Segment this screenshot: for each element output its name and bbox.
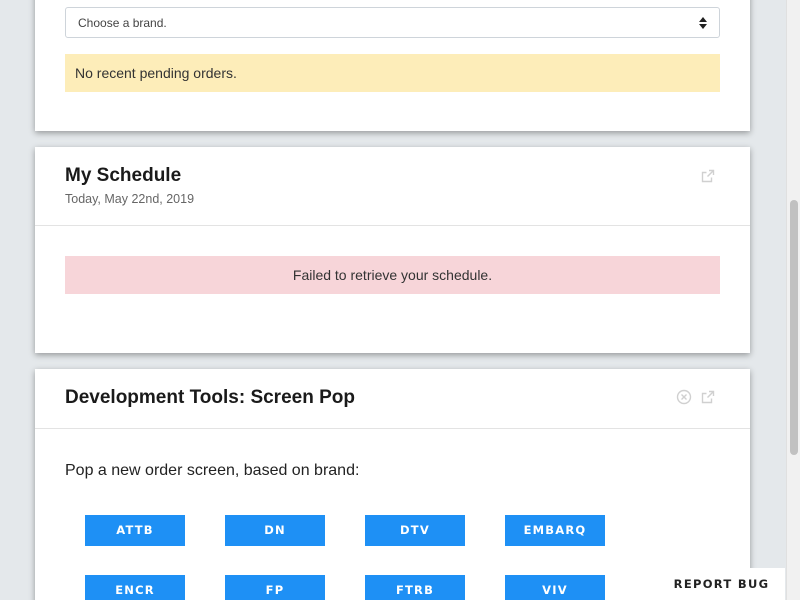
- brand-button-viv[interactable]: VIV: [505, 575, 605, 600]
- dashboard-viewport: Choose a brand. No recent pending orders…: [0, 0, 800, 600]
- select-arrows-icon: [699, 16, 707, 30]
- dev-tools-divider: [35, 428, 750, 429]
- brand-button-encr[interactable]: ENCR: [85, 575, 185, 600]
- schedule-error-alert: Failed to retrieve your schedule.: [65, 256, 720, 294]
- brand-button-ftrb[interactable]: FTRB: [365, 575, 465, 600]
- external-link-icon[interactable]: [700, 389, 716, 405]
- schedule-date: Today, May 22nd, 2019: [65, 192, 195, 206]
- pending-orders-card: Choose a brand. No recent pending orders…: [35, 0, 750, 131]
- screen-pop-description: Pop a new order screen, based on brand:: [65, 462, 360, 479]
- my-schedule-card: My Schedule Today, May 22nd, 2019 Failed…: [35, 147, 750, 353]
- close-circle-icon[interactable]: [676, 389, 692, 405]
- brand-button-embarq[interactable]: EMBARQ: [505, 515, 605, 546]
- schedule-title: My Schedule: [65, 165, 182, 186]
- brand-button-dn[interactable]: DN: [225, 515, 325, 546]
- report-bug-button[interactable]: REPORT BUG: [658, 568, 785, 600]
- brand-button-dtv[interactable]: DTV: [365, 515, 465, 546]
- brand-button-attb[interactable]: ATTB: [85, 515, 185, 546]
- schedule-divider: [35, 225, 750, 226]
- external-link-icon[interactable]: [700, 168, 716, 184]
- pending-orders-alert: No recent pending orders.: [65, 54, 720, 92]
- brand-button-fp[interactable]: FP: [225, 575, 325, 600]
- brand-select-value: Choose a brand.: [78, 16, 167, 30]
- dev-tools-title: Development Tools: Screen Pop: [65, 387, 355, 408]
- vertical-scrollbar[interactable]: [786, 0, 800, 600]
- scrollbar-thumb[interactable]: [790, 200, 798, 455]
- dev-tools-card: Development Tools: Screen Pop Pop a new …: [35, 369, 750, 600]
- brand-select[interactable]: Choose a brand.: [65, 7, 720, 38]
